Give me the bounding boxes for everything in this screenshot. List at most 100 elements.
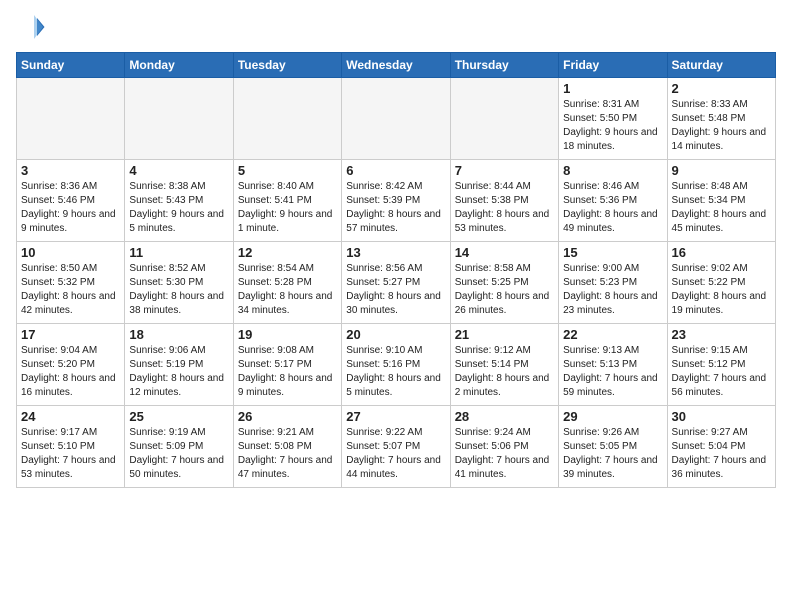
day-number-17: 17 — [21, 327, 120, 342]
day-number-21: 21 — [455, 327, 554, 342]
day-info-10: Sunrise: 8:50 AMSunset: 5:32 PMDaylight:… — [21, 262, 120, 318]
day-cell-2: 2Sunrise: 8:33 AMSunset: 5:48 PMDaylight… — [667, 78, 775, 160]
day-cell-11: 11 Sunrise: 8:52 AMSunset: 5:30 PMDayligh… — [125, 242, 233, 324]
logo-icon — [16, 12, 46, 42]
day-cell-6: 6 Sunrise: 8:42 AMSunset: 5:39 PMDaylight… — [342, 160, 450, 242]
day-info-17: Sunrise: 9:04 AMSunset: 5:20 PMDaylight:… — [21, 344, 120, 400]
day-cell-22: 22 Sunrise: 9:13 AMSunset: 5:13 PMDayligh… — [559, 324, 667, 406]
week-row-3: 10Sunrise: 8:50 AMSunset: 5:32 PMDayligh… — [17, 242, 776, 324]
day-cell-12: 12Sunrise: 8:54 AMSunset: 5:28 PMDayligh… — [233, 242, 341, 324]
day-number-18: 18 — [129, 327, 228, 342]
day-info-12: Sunrise: 8:54 AMSunset: 5:28 PMDaylight:… — [238, 262, 337, 318]
day-number-13: 13 — [346, 245, 445, 260]
day-info-29: Sunrise: 9:26 AMSunset: 5:05 PMDaylight:… — [563, 426, 662, 482]
empty-cell — [17, 78, 125, 160]
day-cell-19: 19 Sunrise: 9:08 AMSunset: 5:17 PMDayligh… — [233, 324, 341, 406]
day-number-9: 9 — [672, 163, 771, 178]
day-number-15: 15 — [563, 245, 662, 260]
day-cell-26: 26 Sunrise: 9:21 AMSunset: 5:08 PMDayligh… — [233, 406, 341, 488]
day-info-19: Sunrise: 9:08 AMSunset: 5:17 PMDaylight:… — [238, 344, 337, 400]
week-row-5: 24 Sunrise: 9:17 AMSunset: 5:10 PMDayligh… — [17, 406, 776, 488]
day-info-26: Sunrise: 9:21 AMSunset: 5:08 PMDaylight:… — [238, 426, 337, 482]
day-info-6: Sunrise: 8:42 AMSunset: 5:39 PMDaylight:… — [346, 180, 445, 236]
weekday-header-tuesday: Tuesday — [233, 53, 341, 78]
day-cell-1: 1Sunrise: 8:31 AMSunset: 5:50 PMDaylight… — [559, 78, 667, 160]
day-cell-5: 5 Sunrise: 8:40 AMSunset: 5:41 PMDaylight… — [233, 160, 341, 242]
empty-cell — [233, 78, 341, 160]
week-row-4: 17 Sunrise: 9:04 AMSunset: 5:20 PMDayligh… — [17, 324, 776, 406]
week-row-2: 3 Sunrise: 8:36 AMSunset: 5:46 PMDaylight… — [17, 160, 776, 242]
day-info-4: Sunrise: 8:38 AMSunset: 5:43 PMDaylight:… — [129, 180, 228, 236]
day-number-2: 2 — [672, 81, 771, 96]
day-cell-30: 30 Sunrise: 9:27 AMSunset: 5:04 PMDayligh… — [667, 406, 775, 488]
weekday-header-saturday: Saturday — [667, 53, 775, 78]
day-info-18: Sunrise: 9:06 AMSunset: 5:19 PMDaylight:… — [129, 344, 228, 400]
day-info-25: Sunrise: 9:19 AMSunset: 5:09 PMDaylight:… — [129, 426, 228, 482]
day-info-28: Sunrise: 9:24 AMSunset: 5:06 PMDaylight:… — [455, 426, 554, 482]
day-info-30: Sunrise: 9:27 AMSunset: 5:04 PMDaylight:… — [672, 426, 771, 482]
day-cell-28: 28 Sunrise: 9:24 AMSunset: 5:06 PMDayligh… — [450, 406, 558, 488]
day-number-5: 5 — [238, 163, 337, 178]
empty-cell — [125, 78, 233, 160]
day-cell-16: 16 Sunrise: 9:02 AMSunset: 5:22 PMDayligh… — [667, 242, 775, 324]
day-number-23: 23 — [672, 327, 771, 342]
day-info-9: Sunrise: 8:48 AMSunset: 5:34 PMDaylight:… — [672, 180, 771, 236]
day-number-6: 6 — [346, 163, 445, 178]
page: SundayMondayTuesdayWednesdayThursdayFrid… — [0, 0, 792, 496]
day-info-1: Sunrise: 8:31 AMSunset: 5:50 PMDaylight:… — [563, 98, 662, 154]
calendar-table: SundayMondayTuesdayWednesdayThursdayFrid… — [16, 52, 776, 488]
weekday-header-wednesday: Wednesday — [342, 53, 450, 78]
day-cell-25: 25Sunrise: 9:19 AMSunset: 5:09 PMDayligh… — [125, 406, 233, 488]
day-info-3: Sunrise: 8:36 AMSunset: 5:46 PMDaylight:… — [21, 180, 120, 236]
day-number-30: 30 — [672, 409, 771, 424]
weekday-header-sunday: Sunday — [17, 53, 125, 78]
day-info-5: Sunrise: 8:40 AMSunset: 5:41 PMDaylight:… — [238, 180, 337, 236]
day-info-11: Sunrise: 8:52 AMSunset: 5:30 PMDaylight:… — [129, 262, 228, 318]
day-cell-23: 23Sunrise: 9:15 AMSunset: 5:12 PMDayligh… — [667, 324, 775, 406]
day-cell-15: 15 Sunrise: 9:00 AMSunset: 5:23 PMDayligh… — [559, 242, 667, 324]
day-cell-14: 14 Sunrise: 8:58 AMSunset: 5:25 PMDayligh… — [450, 242, 558, 324]
day-info-15: Sunrise: 9:00 AMSunset: 5:23 PMDaylight:… — [563, 262, 662, 318]
day-cell-20: 20 Sunrise: 9:10 AMSunset: 5:16 PMDayligh… — [342, 324, 450, 406]
day-number-20: 20 — [346, 327, 445, 342]
day-number-19: 19 — [238, 327, 337, 342]
day-number-14: 14 — [455, 245, 554, 260]
day-cell-29: 29 Sunrise: 9:26 AMSunset: 5:05 PMDayligh… — [559, 406, 667, 488]
day-info-24: Sunrise: 9:17 AMSunset: 5:10 PMDaylight:… — [21, 426, 120, 482]
day-info-27: Sunrise: 9:22 AMSunset: 5:07 PMDaylight:… — [346, 426, 445, 482]
week-row-1: 1Sunrise: 8:31 AMSunset: 5:50 PMDaylight… — [17, 78, 776, 160]
day-number-3: 3 — [21, 163, 120, 178]
day-number-11: 11 — [129, 245, 228, 260]
day-number-16: 16 — [672, 245, 771, 260]
day-info-16: Sunrise: 9:02 AMSunset: 5:22 PMDaylight:… — [672, 262, 771, 318]
day-number-4: 4 — [129, 163, 228, 178]
day-cell-27: 27 Sunrise: 9:22 AMSunset: 5:07 PMDayligh… — [342, 406, 450, 488]
empty-cell — [342, 78, 450, 160]
day-cell-8: 8Sunrise: 8:46 AMSunset: 5:36 PMDaylight… — [559, 160, 667, 242]
day-info-14: Sunrise: 8:58 AMSunset: 5:25 PMDaylight:… — [455, 262, 554, 318]
day-cell-4: 4 Sunrise: 8:38 AMSunset: 5:43 PMDaylight… — [125, 160, 233, 242]
day-info-20: Sunrise: 9:10 AMSunset: 5:16 PMDaylight:… — [346, 344, 445, 400]
day-cell-24: 24 Sunrise: 9:17 AMSunset: 5:10 PMDayligh… — [17, 406, 125, 488]
day-number-29: 29 — [563, 409, 662, 424]
day-cell-7: 7Sunrise: 8:44 AMSunset: 5:38 PMDaylight… — [450, 160, 558, 242]
day-number-22: 22 — [563, 327, 662, 342]
day-number-26: 26 — [238, 409, 337, 424]
day-info-8: Sunrise: 8:46 AMSunset: 5:36 PMDaylight:… — [563, 180, 662, 236]
day-number-24: 24 — [21, 409, 120, 424]
day-cell-3: 3 Sunrise: 8:36 AMSunset: 5:46 PMDaylight… — [17, 160, 125, 242]
weekday-header-monday: Monday — [125, 53, 233, 78]
day-cell-17: 17 Sunrise: 9:04 AMSunset: 5:20 PMDayligh… — [17, 324, 125, 406]
logo — [16, 12, 50, 42]
day-cell-13: 13Sunrise: 8:56 AMSunset: 5:27 PMDayligh… — [342, 242, 450, 324]
weekday-header-row: SundayMondayTuesdayWednesdayThursdayFrid… — [17, 53, 776, 78]
day-cell-18: 18 Sunrise: 9:06 AMSunset: 5:19 PMDayligh… — [125, 324, 233, 406]
day-info-21: Sunrise: 9:12 AMSunset: 5:14 PMDaylight:… — [455, 344, 554, 400]
day-cell-21: 21 Sunrise: 9:12 AMSunset: 5:14 PMDayligh… — [450, 324, 558, 406]
day-number-28: 28 — [455, 409, 554, 424]
day-number-27: 27 — [346, 409, 445, 424]
day-info-22: Sunrise: 9:13 AMSunset: 5:13 PMDaylight:… — [563, 344, 662, 400]
weekday-header-friday: Friday — [559, 53, 667, 78]
weekday-header-thursday: Thursday — [450, 53, 558, 78]
header — [16, 12, 776, 42]
